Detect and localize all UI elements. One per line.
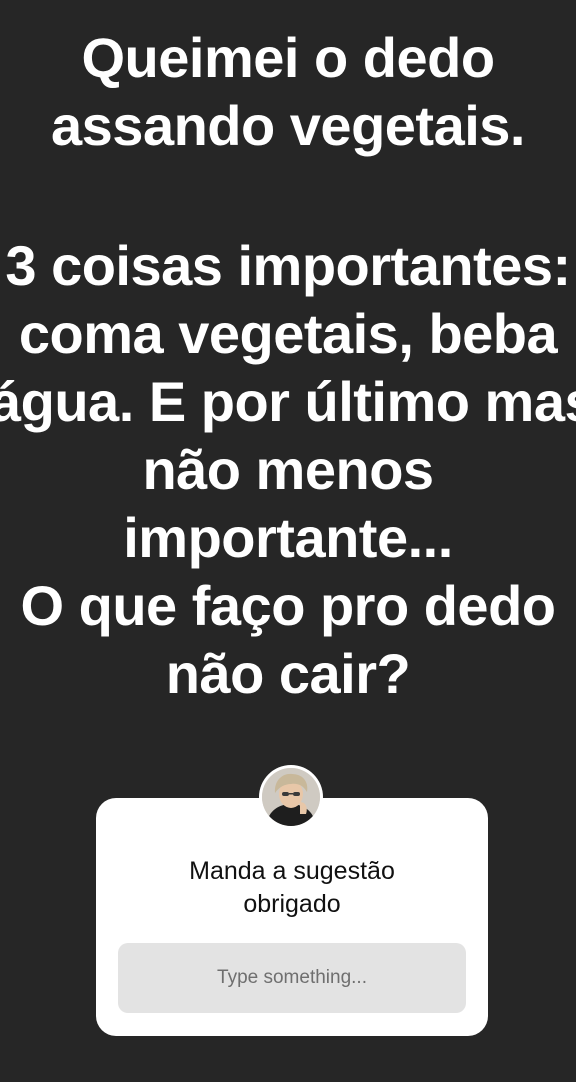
question-prompt-line: Manda a sugestão — [189, 857, 395, 885]
answer-placeholder: Type something... — [217, 967, 367, 988]
person-avatar-icon — [262, 768, 320, 826]
caption-line: assando vegetais. — [51, 94, 525, 157]
avatar — [259, 765, 323, 829]
question-prompt-line: obrigado — [243, 890, 341, 918]
caption-line: Queimei o dedo — [81, 26, 495, 89]
caption-line: O que faço pro dedo — [20, 574, 556, 637]
caption-line: importante... — [123, 506, 453, 569]
question-sticker[interactable]: Manda a sugestão obrigado Type something… — [96, 798, 488, 1036]
avatar-photo — [262, 768, 320, 826]
story-caption: Queimei o dedo assando vegetais. 3 coisa… — [0, 24, 576, 708]
caption-line: coma vegetais, beba — [18, 302, 558, 365]
caption-line: não cair? — [165, 642, 411, 705]
caption-line: água. E por último mas — [0, 370, 576, 433]
caption-line: 3 coisas importantes: — [5, 234, 571, 297]
answer-input[interactable]: Type something... — [118, 943, 466, 1013]
caption-line: não menos — [142, 438, 434, 501]
question-prompt: Manda a sugestão obrigado — [96, 855, 488, 921]
